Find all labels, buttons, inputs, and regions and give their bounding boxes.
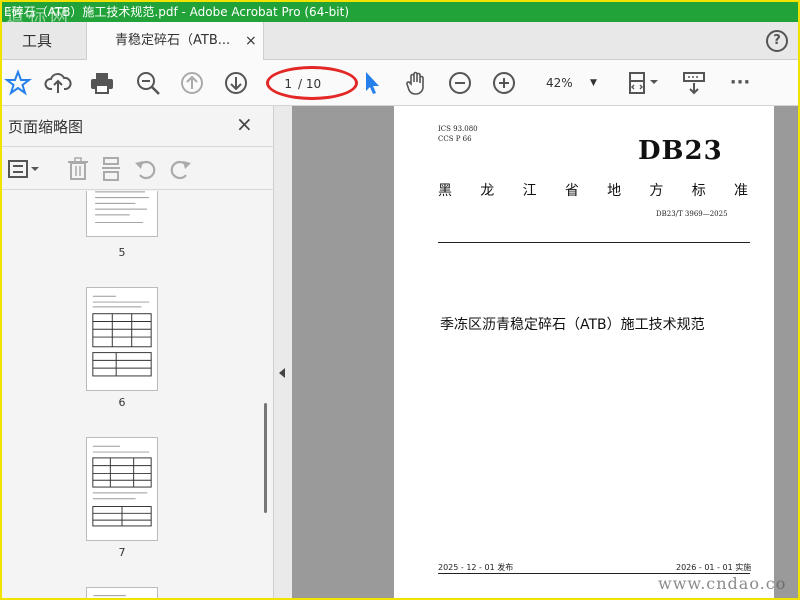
- watermark-bottom: www.cndao.co: [658, 574, 787, 593]
- title-char: 准: [733, 183, 748, 199]
- upload-cloud-icon[interactable]: [44, 69, 72, 97]
- zoom-select[interactable]: 42% ▼: [532, 72, 604, 94]
- panel-close-button[interactable]: ×: [236, 112, 253, 136]
- document-main-title: 季冻区沥青稳定碎石（ATB）施工技术规范: [440, 317, 705, 333]
- document-view[interactable]: ICS 93.080 CCS P 66 DB23 黑 龙 江 省 地 方 标 准…: [292, 106, 798, 598]
- main-toolbar: 1 / 10 42% ▼ ···: [2, 60, 798, 106]
- thumbnail-label: 5: [118, 246, 126, 259]
- db-code: DB23: [638, 136, 723, 166]
- rotate-right-icon[interactable]: [166, 155, 194, 183]
- help-icon[interactable]: ?: [766, 30, 788, 52]
- page-thumbnail-6[interactable]: [86, 287, 158, 391]
- thumbnail-scrollbar[interactable]: [260, 191, 272, 598]
- zoom-out-icon[interactable]: [446, 69, 474, 97]
- hand-tool-icon[interactable]: [402, 69, 430, 97]
- title-char: 省: [564, 183, 579, 199]
- thumbnail-list: 5 6 7: [2, 191, 260, 598]
- title-char: 标: [691, 183, 706, 199]
- delete-page-icon[interactable]: [64, 155, 92, 183]
- tab-row: 工具 青稳定碎石（ATB... × ?: [2, 22, 798, 61]
- tab-close-button[interactable]: ×: [245, 22, 257, 60]
- panel-title: 页面缩略图: [8, 118, 84, 136]
- chevron-down-icon: ▼: [590, 78, 597, 88]
- more-options-icon[interactable]: ···: [726, 69, 754, 97]
- thumbnail-panel: 页面缩略图 × 5 6 7: [2, 106, 274, 598]
- thumbnail-label: 7: [118, 546, 126, 559]
- tab-document[interactable]: 青稳定碎石（ATB... ×: [86, 22, 264, 61]
- zoom-search-icon[interactable]: [134, 69, 162, 97]
- tab-tools[interactable]: 工具: [22, 22, 52, 60]
- title-char: 江: [522, 183, 537, 199]
- title-char: 方: [649, 183, 664, 199]
- tab-document-label: 青稳定碎石（ATB...: [115, 33, 231, 48]
- panel-collapse-handle[interactable]: [274, 106, 292, 598]
- rotate-left-icon[interactable]: [132, 155, 160, 183]
- print-icon[interactable]: [88, 69, 116, 97]
- scrollbar-thumb[interactable]: [264, 403, 267, 513]
- publish-date: 2025 - 12 - 01 发布: [438, 563, 514, 572]
- implement-date: 2026 - 01 - 01 实施: [676, 563, 752, 572]
- pdf-page: ICS 93.080 CCS P 66 DB23 黑 龙 江 省 地 方 标 准…: [394, 106, 774, 598]
- ics-line: ICS 93.080: [438, 125, 478, 133]
- page-thumbnail-8[interactable]: [86, 587, 158, 598]
- zoom-value: 42%: [546, 76, 573, 90]
- previous-page-icon[interactable]: [178, 69, 206, 97]
- thumbnail-options-icon[interactable]: [6, 155, 42, 183]
- select-cursor-icon[interactable]: [358, 69, 386, 97]
- thumbnail-label: 6: [118, 396, 126, 409]
- region-standard-title: 黑 龙 江 省 地 方 标 准: [438, 180, 748, 200]
- zoom-in-icon[interactable]: [490, 69, 518, 97]
- next-page-icon[interactable]: [222, 69, 250, 97]
- bookmark-star-icon[interactable]: [4, 69, 32, 97]
- title-char: 地: [607, 183, 622, 199]
- page-thumbnail-7[interactable]: [86, 437, 158, 541]
- highlight-circle-annotation: [266, 66, 358, 100]
- keyboard-scroll-icon[interactable]: [680, 69, 708, 97]
- header-rule: [438, 242, 750, 243]
- page-thumbnail-5[interactable]: [86, 191, 158, 237]
- ics-code: ICS 93.080 CCS P 66: [438, 124, 478, 144]
- page-fit-icon[interactable]: [626, 69, 662, 97]
- title-bar: E碎石（ATB）施工技术规范.pdf - Adobe Acrobat Pro (…: [2, 2, 798, 22]
- panel-toolbar: [2, 146, 274, 190]
- standard-number: DB23/T 3969—2025: [656, 210, 728, 218]
- title-char: 龙: [480, 183, 495, 199]
- ccs-line: CCS P 66: [438, 135, 472, 143]
- title-char: 黑: [438, 183, 452, 199]
- collapse-arrow-icon: [279, 368, 285, 378]
- app-window: E碎石（ATB）施工技术规范.pdf - Adobe Acrobat Pro (…: [0, 0, 800, 600]
- insert-page-icon[interactable]: [98, 155, 126, 183]
